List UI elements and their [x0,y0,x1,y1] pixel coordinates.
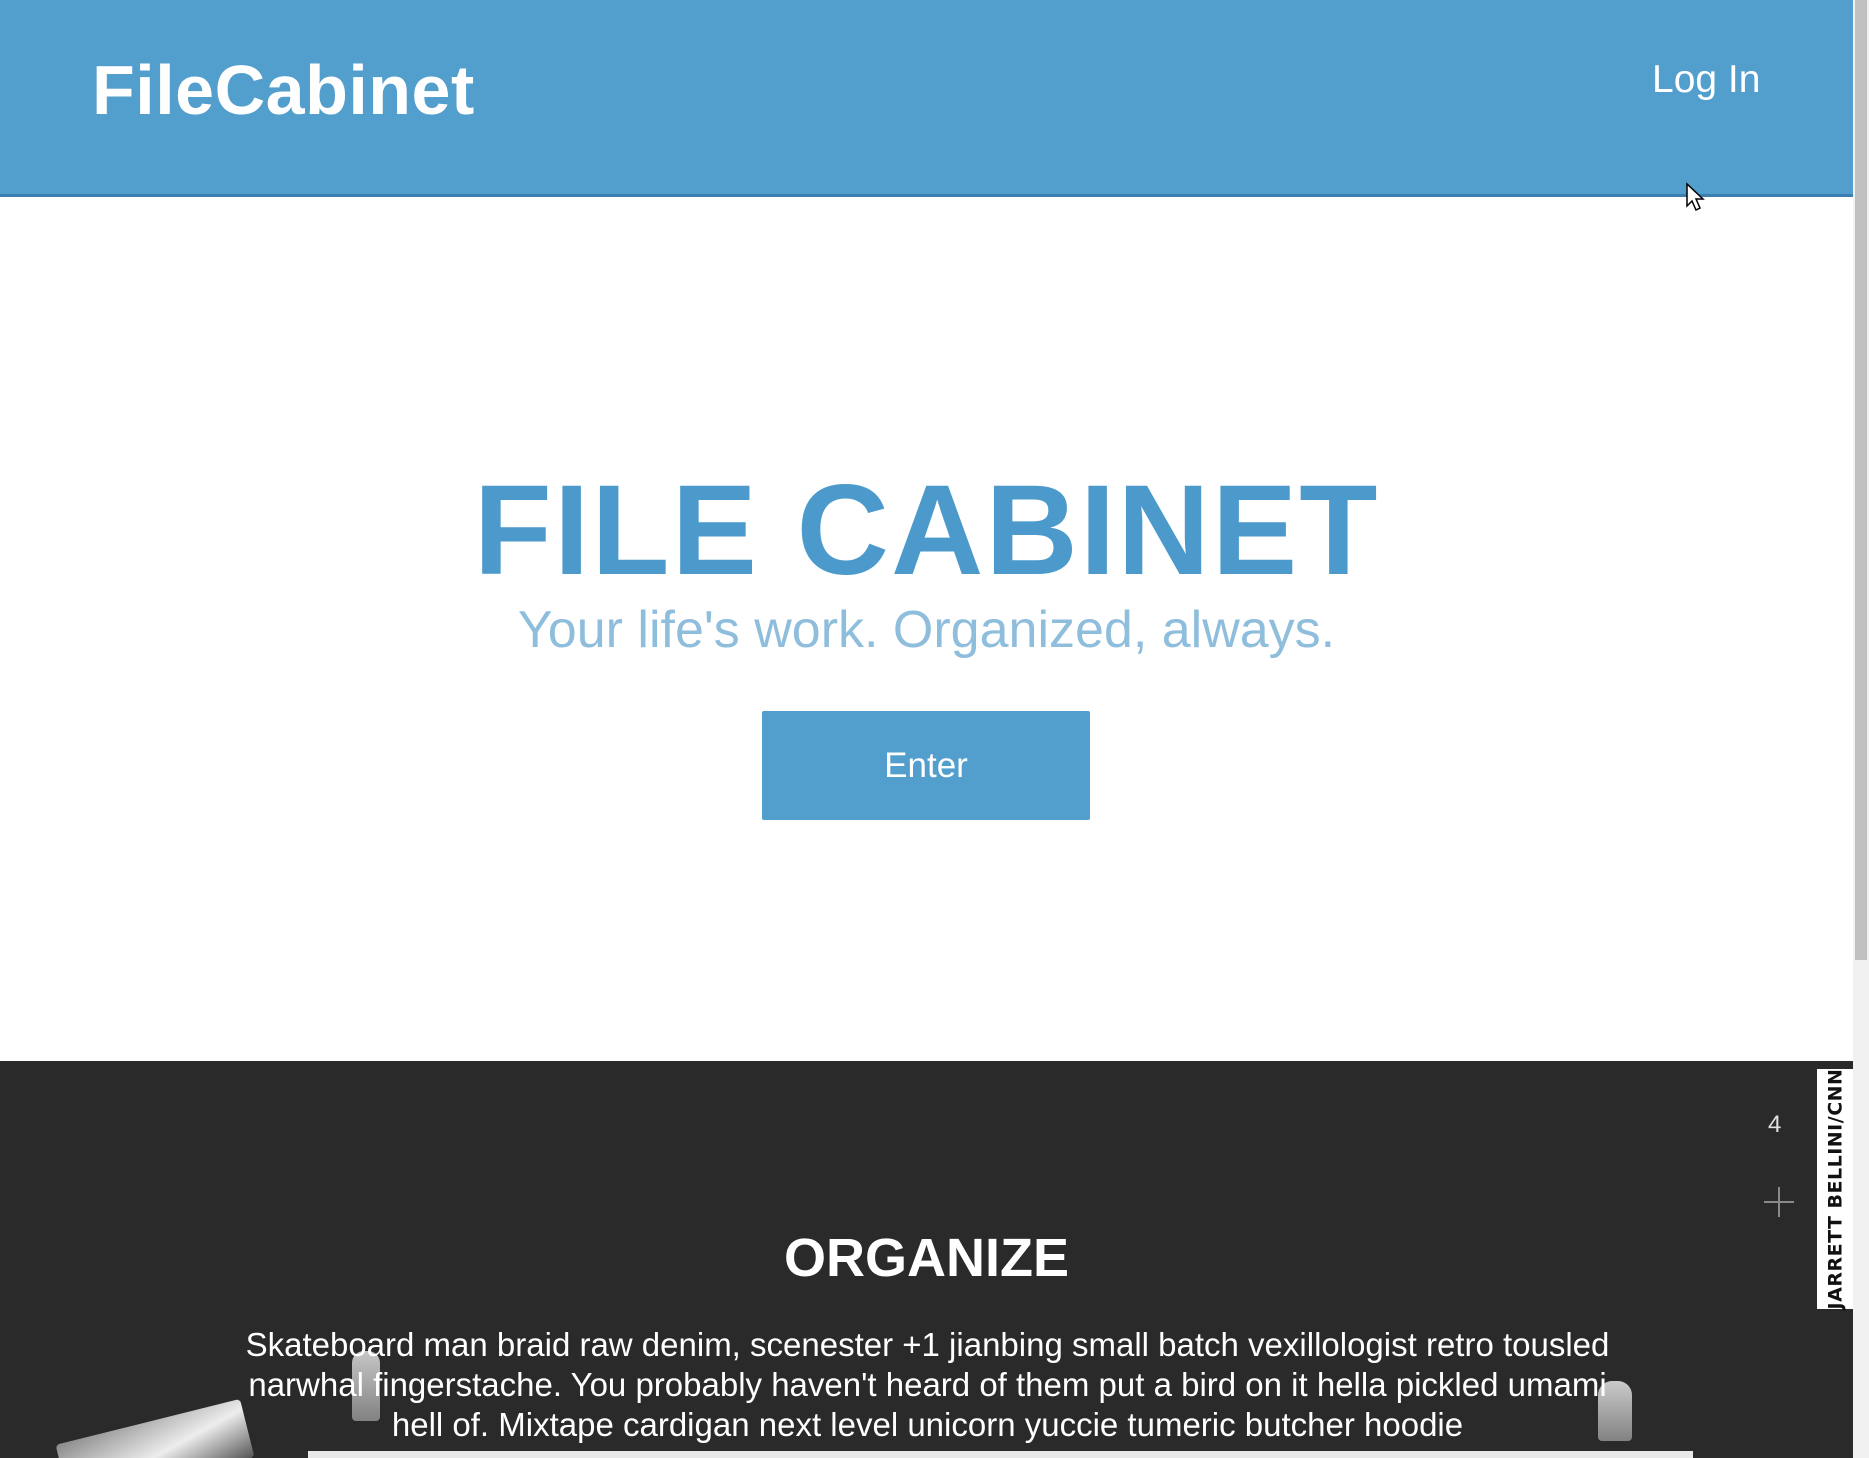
plus-icon[interactable] [1762,1185,1796,1219]
organize-title: ORGANIZE [783,1228,1069,1288]
hero-subtitle: Your life's work. Organized, always. [517,601,1336,659]
hero-section: FILE CABINET Your life's work. Organized… [0,200,1853,1061]
login-link[interactable]: Log In [1652,58,1760,102]
background-image-fragment [55,1398,255,1458]
photo-credit: JARRETT BELLINI/CNN [1817,1069,1853,1309]
photo-credit-text: JARRETT BELLINI/CNN [1824,1068,1847,1310]
hero-title: FILE CABINET [473,459,1380,602]
enter-button[interactable]: Enter [762,711,1090,820]
vertical-scrollbar[interactable] [1853,0,1869,1458]
mouse-pointer-icon [1686,182,1705,212]
organize-section: ORGANIZE Skateboard man braid raw denim,… [0,1061,1853,1458]
organize-description: Skateboard man braid raw denim, sceneste… [245,1326,1610,1443]
top-navbar: FileCabinet Log In [0,0,1853,197]
slide-counter: 4 [1768,1111,1782,1138]
brand-logo[interactable]: FileCabinet [92,50,475,130]
background-image-fragment [308,1451,1693,1458]
scrollbar-thumb[interactable] [1855,0,1867,960]
